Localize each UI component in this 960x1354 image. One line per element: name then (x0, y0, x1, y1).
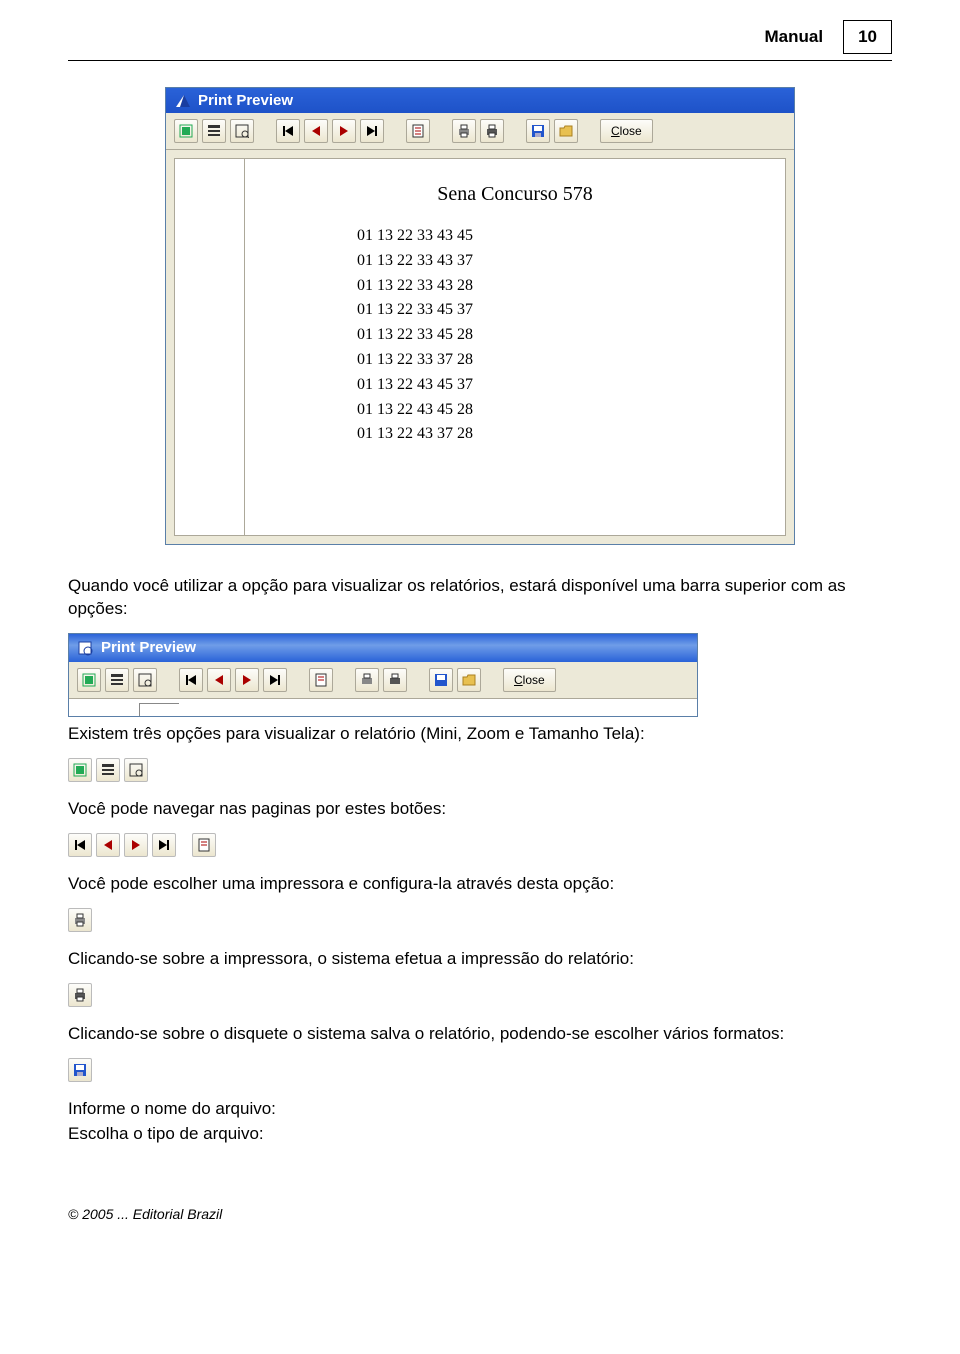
printer-setup-icon (68, 908, 92, 932)
view-mini-button[interactable] (77, 668, 101, 692)
view-zoom-icon (96, 758, 120, 782)
view-icons-row (68, 758, 148, 782)
open-button[interactable] (457, 668, 481, 692)
view-zoom-button[interactable] (202, 119, 226, 143)
number-line: 01 13 22 33 43 45 (357, 224, 773, 249)
save-button[interactable] (526, 119, 550, 143)
footer-copyright: © 2005 ... Editorial Brazil (68, 1206, 892, 1222)
close-button[interactable]: Close (600, 119, 653, 143)
view-fullscreen-button[interactable] (230, 119, 254, 143)
print-button[interactable] (480, 119, 504, 143)
number-line: 01 13 22 43 45 37 (357, 373, 773, 398)
preview-number-lines: 01 13 22 33 43 45 01 13 22 33 43 37 01 1… (257, 224, 773, 447)
first-page-icon (68, 833, 92, 857)
view-zoom-button[interactable] (105, 668, 129, 692)
number-line: 01 13 22 33 37 28 (357, 348, 773, 373)
number-line: 01 13 22 33 45 37 (357, 298, 773, 323)
view-mini-button[interactable] (174, 119, 198, 143)
paragraph-printer-setup: Você pode escolher uma impressora e conf… (68, 873, 892, 896)
number-line: 01 13 22 33 43 37 (357, 249, 773, 274)
first-page-button[interactable] (179, 668, 203, 692)
paragraph-filetype: Escolha o tipo de arquivo: (68, 1123, 892, 1146)
open-button[interactable] (554, 119, 578, 143)
view-mini-icon (68, 758, 92, 782)
printer-setup-button[interactable] (355, 668, 379, 692)
small-window-title: Print Preview (101, 638, 196, 658)
small-titlebar: Print Preview (69, 634, 697, 662)
next-page-icon (124, 833, 148, 857)
goto-page-button[interactable] (406, 119, 430, 143)
preview-page: Sena Concurso 578 01 13 22 33 43 45 01 1… (244, 158, 786, 536)
number-line: 01 13 22 43 37 28 (357, 422, 773, 447)
header-label: Manual (765, 27, 824, 47)
close-button[interactable]: Close (503, 668, 556, 692)
prev-page-button[interactable] (207, 668, 231, 692)
print-preview-toolbar-screenshot: Print Preview Close (68, 633, 698, 717)
toolbar: Close (166, 113, 794, 150)
number-line: 01 13 22 43 45 28 (357, 398, 773, 423)
save-button[interactable] (429, 668, 453, 692)
prev-page-icon (96, 833, 120, 857)
preview-area: Sena Concurso 578 01 13 22 33 43 45 01 1… (166, 150, 794, 544)
last-page-button[interactable] (263, 668, 287, 692)
app-icon (174, 93, 192, 109)
printer-setup-button[interactable] (452, 119, 476, 143)
print-button[interactable] (383, 668, 407, 692)
next-page-button[interactable] (332, 119, 356, 143)
print-preview-window: Print Preview Close Sena Concurso (165, 87, 795, 545)
app-icon (77, 640, 95, 656)
paragraph-save: Clicando-se sobre o disquete o sistema s… (68, 1023, 892, 1046)
number-line: 01 13 22 33 43 28 (357, 274, 773, 299)
preview-left-page (174, 158, 244, 536)
paragraph-print: Clicando-se sobre a impressora, o sistem… (68, 948, 892, 971)
save-icon (68, 1058, 92, 1082)
paragraph-view-options: Existem três opções para visualizar o re… (68, 723, 892, 746)
first-page-button[interactable] (276, 119, 300, 143)
view-fullscreen-button[interactable] (133, 668, 157, 692)
number-line: 01 13 22 33 45 28 (357, 323, 773, 348)
next-page-button[interactable] (235, 668, 259, 692)
nav-icons-row (68, 833, 216, 857)
paragraph-intro: Quando você utilizar a opção para visual… (68, 575, 892, 621)
paragraph-navigation: Você pode navegar nas paginas por estes … (68, 798, 892, 821)
last-page-icon (152, 833, 176, 857)
titlebar: Print Preview (166, 88, 794, 113)
preview-title: Sena Concurso 578 (257, 183, 773, 206)
header-rule (68, 60, 892, 61)
view-fullscreen-icon (124, 758, 148, 782)
goto-page-button[interactable] (309, 668, 333, 692)
goto-page-icon (192, 833, 216, 857)
prev-page-button[interactable] (304, 119, 328, 143)
page-number: 10 (843, 20, 892, 54)
print-icon (68, 983, 92, 1007)
paragraph-filename: Informe o nome do arquivo: (68, 1098, 892, 1121)
last-page-button[interactable] (360, 119, 384, 143)
window-title: Print Preview (198, 92, 293, 109)
